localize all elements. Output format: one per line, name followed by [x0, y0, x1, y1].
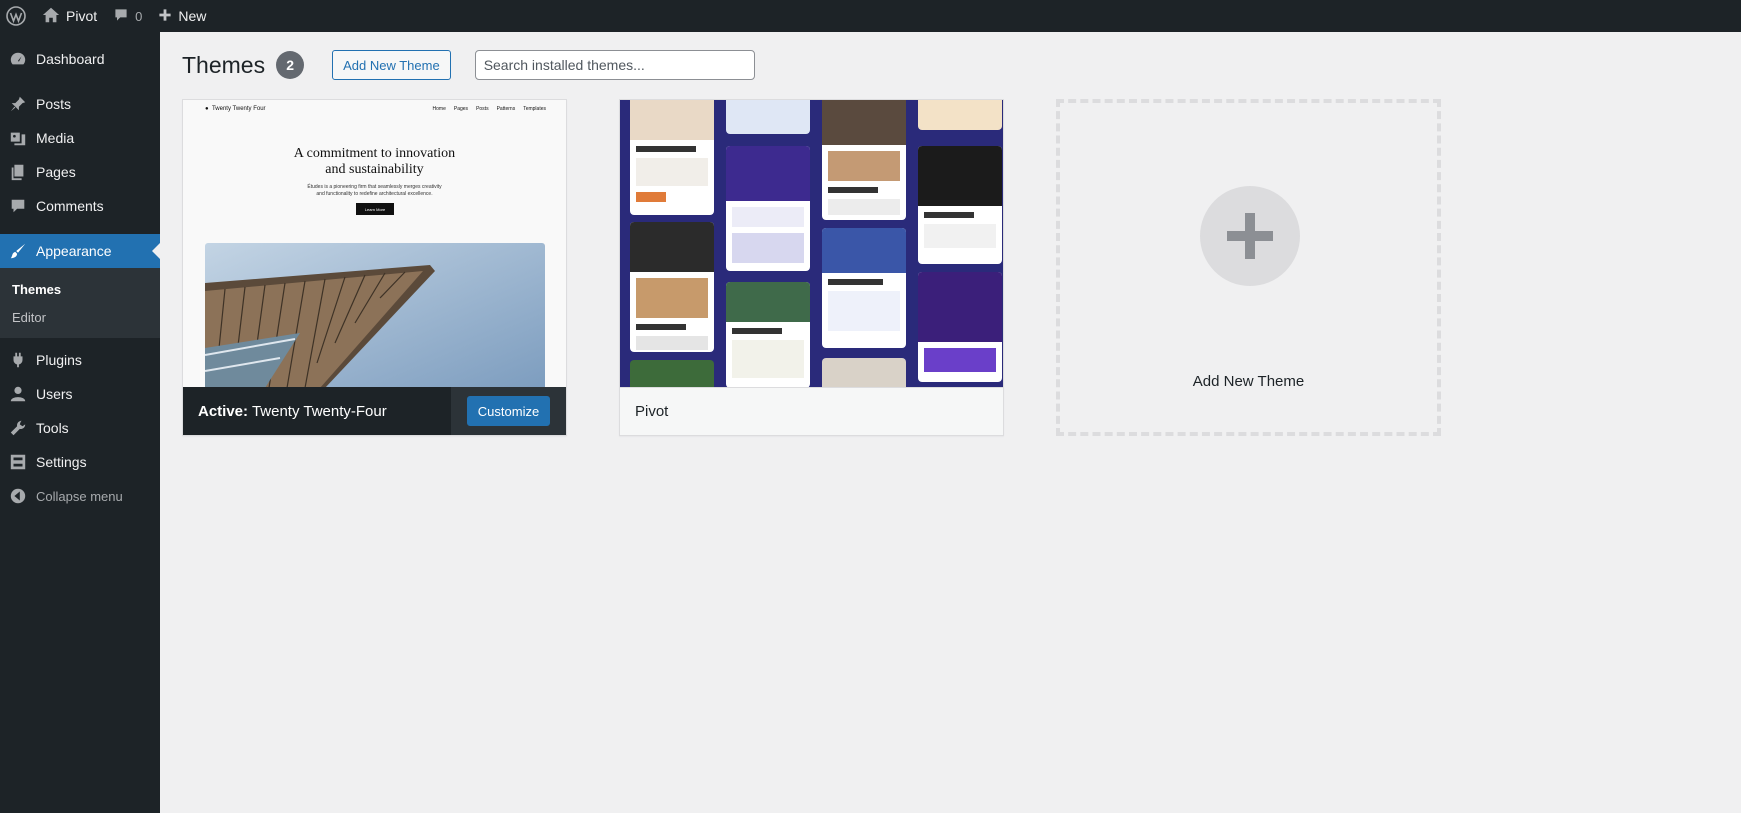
- appearance-submenu: Themes Editor: [0, 268, 160, 338]
- customize-button[interactable]: Customize: [466, 396, 551, 426]
- tt4-preview: ● Twenty Twenty Four Home Pages Posts Pa…: [183, 100, 566, 388]
- new-label: New: [178, 8, 207, 24]
- sidebar-item-dashboard[interactable]: Dashboard: [0, 42, 160, 76]
- preview-nav-item: Pages: [453, 106, 469, 112]
- pages-icon: [0, 163, 36, 181]
- preview-template-card: [726, 282, 810, 388]
- wordpress-logo-icon[interactable]: [0, 0, 34, 32]
- preview-template-card: [822, 100, 906, 220]
- media-icon: [0, 129, 36, 147]
- sidebar-item-label: Users: [36, 386, 73, 402]
- collapse-icon: [0, 487, 36, 505]
- pivot-preview: [620, 100, 1003, 388]
- settings-icon: [0, 453, 36, 471]
- pin-icon: [0, 95, 36, 113]
- submenu-item-editor[interactable]: Editor: [0, 303, 160, 331]
- sidebar-item-label: Dashboard: [36, 51, 105, 67]
- preview-headline: A commitment to innovation and sustainab…: [183, 146, 566, 178]
- theme-active-bar: Active: Twenty Twenty-Four Customize: [183, 387, 566, 435]
- sidebar-item-label: Pages: [36, 164, 76, 180]
- preview-lede-line: and functionality to redefine architectu…: [316, 191, 433, 197]
- preview-cta: Learn More: [356, 203, 394, 215]
- add-new-theme-card[interactable]: Add New Theme: [1056, 99, 1441, 436]
- preview-template-card: [918, 272, 1002, 382]
- theme-name-bar: Pivot: [620, 387, 1003, 435]
- preview-lede: Études is a pioneering firm that seamles…: [183, 184, 566, 198]
- sidebar-item-settings[interactable]: Settings: [0, 445, 160, 479]
- preview-template-card: [822, 358, 906, 388]
- theme-card-twenty-twenty-four[interactable]: ● Twenty Twenty Four Home Pages Posts Pa…: [182, 99, 567, 436]
- preview-nav-item: Templates: [523, 106, 546, 112]
- sidebar-item-plugins[interactable]: Plugins: [0, 343, 160, 377]
- add-new-theme-button[interactable]: Add New Theme: [332, 50, 451, 80]
- sidebar-item-label: Comments: [36, 198, 104, 214]
- preview-template-card: [726, 146, 810, 271]
- preview-template-card: [918, 146, 1002, 264]
- plus-icon: [158, 8, 172, 25]
- submenu-item-themes[interactable]: Themes: [0, 275, 160, 303]
- sidebar-item-pages[interactable]: Pages: [0, 155, 160, 189]
- add-new-theme-label: Add New Theme: [1192, 373, 1305, 390]
- comment-icon: [0, 197, 36, 215]
- sidebar-item-posts[interactable]: Posts: [0, 87, 160, 121]
- sidebar-item-media[interactable]: Media: [0, 121, 160, 155]
- preview-headline-line: and sustainability: [325, 162, 424, 177]
- sidebar-item-label: Tools: [36, 420, 69, 436]
- sidebar-item-label: Media: [36, 130, 75, 146]
- page-header: Themes 2 Add New Theme: [182, 50, 755, 80]
- sidebar-item-appearance[interactable]: Appearance: [0, 234, 160, 268]
- comment-icon: [113, 7, 129, 26]
- dashboard-icon: [0, 50, 36, 68]
- home-icon: [42, 6, 60, 27]
- theme-count-badge: 2: [276, 51, 305, 79]
- wrench-icon: [0, 419, 36, 437]
- preview-template-card: [630, 360, 714, 388]
- page-title: Themes: [182, 51, 266, 78]
- sidebar-item-tools[interactable]: Tools: [0, 411, 160, 445]
- plus-icon: [1200, 186, 1300, 286]
- active-prefix: Active:: [198, 402, 249, 420]
- preview-building-photo: [205, 243, 545, 388]
- sidebar-item-label: Plugins: [36, 352, 82, 368]
- preview-nav-item: Posts: [476, 106, 489, 112]
- theme-name: Active: Twenty Twenty-Four: [183, 403, 451, 420]
- theme-name: Pivot: [635, 403, 669, 420]
- theme-actions: Customize: [451, 387, 566, 435]
- preview-template-card: [630, 222, 714, 352]
- main-content: Themes 2 Add New Theme ● Twenty Twenty F…: [160, 32, 1741, 813]
- sidebar-item-comments[interactable]: Comments: [0, 189, 160, 223]
- sidebar-item-label: Appearance: [36, 243, 112, 259]
- preview-headline-line: A commitment to innovation: [293, 146, 456, 161]
- plugin-icon: [0, 351, 36, 369]
- preview-template-card: [630, 100, 714, 215]
- user-icon: [0, 385, 36, 403]
- admin-bar: Pivot 0 New: [0, 0, 1741, 32]
- preview-nav-item: Home: [432, 106, 446, 112]
- comments-count: 0: [135, 8, 143, 24]
- collapse-menu-label: Collapse menu: [36, 488, 123, 504]
- site-name: Pivot: [66, 8, 98, 24]
- sidebar-item-label: Posts: [36, 96, 72, 112]
- preview-template-card: [918, 100, 1002, 130]
- collapse-menu-button[interactable]: Collapse menu: [0, 479, 160, 513]
- site-name-link[interactable]: Pivot: [34, 0, 105, 32]
- admin-sidebar: Dashboard Posts Media Pages Comments App…: [0, 32, 160, 813]
- preview-nav-item: Patterns: [496, 106, 516, 112]
- active-theme-name: Twenty Twenty-Four: [251, 402, 387, 420]
- search-themes-input[interactable]: [474, 50, 755, 80]
- theme-screenshot[interactable]: [620, 100, 1003, 388]
- theme-screenshot[interactable]: ● Twenty Twenty Four Home Pages Posts Pa…: [183, 100, 566, 388]
- preview-template-card: [726, 100, 810, 134]
- preview-brand-text: Twenty Twenty Four: [211, 106, 266, 112]
- preview-nav: ● Twenty Twenty Four Home Pages Posts Pa…: [205, 106, 546, 112]
- brush-icon: [0, 242, 36, 260]
- new-content-link[interactable]: New: [150, 0, 214, 32]
- preview-brand: ● Twenty Twenty Four: [205, 106, 266, 112]
- preview-template-card: [822, 228, 906, 348]
- sidebar-item-users[interactable]: Users: [0, 377, 160, 411]
- preview-lede-line: Études is a pioneering firm that seamles…: [307, 184, 442, 190]
- comments-link[interactable]: 0: [105, 0, 150, 32]
- sidebar-item-label: Settings: [36, 454, 87, 470]
- theme-card-pivot[interactable]: Pivot: [619, 99, 1004, 436]
